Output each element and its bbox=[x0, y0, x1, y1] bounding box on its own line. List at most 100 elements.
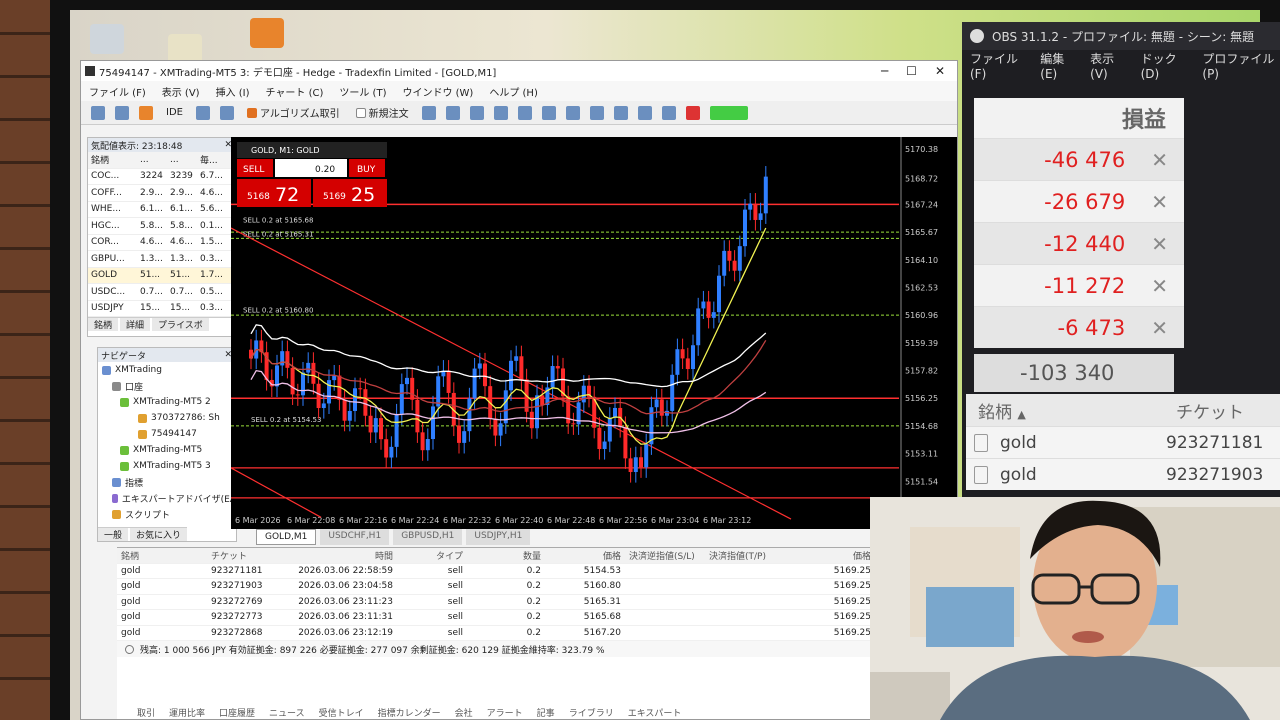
recycle-bin-icon[interactable] bbox=[90, 24, 124, 54]
menu-insert[interactable]: 挿入 (I) bbox=[216, 84, 250, 99]
navigator-item[interactable]: 口座 bbox=[98, 378, 236, 394]
toolbox-tab[interactable]: 会社 bbox=[455, 706, 473, 719]
market-watch-row[interactable]: GOLD 51... 51... 1.7... bbox=[88, 267, 236, 284]
toolbox-tab[interactable]: 記事 bbox=[537, 706, 555, 719]
position-row[interactable]: gold 923271903 2026.03.06 23:04:58 sell 0.2 5… bbox=[117, 579, 957, 595]
menu-file[interactable]: ファイル (F) bbox=[89, 84, 146, 99]
chart-tab-gbpusd[interactable]: GBPUSD,H1 bbox=[393, 529, 463, 545]
tile-windows-icon[interactable] bbox=[541, 105, 556, 120]
chart-canvas[interactable]: 5170.38 5168.72 5167.24 5165.67 5164.10 5162.… bbox=[230, 137, 958, 529]
toolbox-tab[interactable]: 受信トレイ bbox=[319, 706, 364, 719]
column-header[interactable]: ... bbox=[170, 155, 200, 165]
obs-menu-dock[interactable]: ドック(D) bbox=[1141, 50, 1189, 81]
obs-table-row[interactable]: gold 923271181 bbox=[966, 426, 1280, 458]
search-icon[interactable] bbox=[661, 105, 676, 120]
col-time[interactable]: 時間 bbox=[287, 549, 397, 562]
obs-table-row[interactable]: gold 923271903 bbox=[966, 458, 1280, 490]
navigator-item[interactable]: 指標 bbox=[98, 474, 236, 490]
line-chart-icon[interactable] bbox=[469, 105, 484, 120]
close-position-icon[interactable]: ✕ bbox=[1151, 232, 1168, 256]
tab-pricebook[interactable]: プライスボ bbox=[152, 318, 209, 331]
obs-menu-profile[interactable]: プロファイル(P) bbox=[1202, 50, 1280, 81]
market-watch-row[interactable]: USDC... 0.7... 0.7... 0.5... bbox=[88, 284, 236, 301]
toolbox-tab[interactable]: 指標カレンダー bbox=[378, 706, 441, 719]
new-order-button[interactable]: 新規注文 bbox=[353, 104, 412, 121]
zoom-out-icon[interactable] bbox=[517, 105, 532, 120]
menu-tools[interactable]: ツール (T) bbox=[339, 84, 386, 99]
menu-window[interactable]: ウインドウ (W) bbox=[402, 84, 473, 99]
tab-details[interactable]: 詳細 bbox=[120, 318, 151, 331]
menu-chart[interactable]: チャート (C) bbox=[266, 84, 324, 99]
tab-favorites[interactable]: お気に入り bbox=[130, 528, 188, 541]
maximize-icon[interactable]: ☐ bbox=[906, 64, 917, 78]
toolbox-tab[interactable]: 取引 bbox=[137, 706, 155, 719]
col-ticket[interactable]: チケット bbox=[207, 549, 287, 562]
tab-symbols[interactable]: 銘柄 bbox=[88, 318, 119, 331]
position-row[interactable]: gold 923272769 2026.03.06 23:11:23 sell 0.2 5… bbox=[117, 595, 957, 610]
toolbox-tab[interactable]: エキスパート bbox=[628, 706, 682, 719]
column-header[interactable]: 銘柄 bbox=[88, 153, 140, 166]
chart-tab-usdjpy[interactable]: USDJPY,H1 bbox=[466, 529, 531, 545]
minimize-icon[interactable]: ─ bbox=[881, 64, 888, 78]
menu-view[interactable]: 表示 (V) bbox=[162, 84, 200, 99]
navigator-item[interactable]: XMTrading bbox=[98, 362, 236, 378]
market-watch-row[interactable]: HGC... 5.8... 5.8... 0.1... bbox=[88, 218, 236, 235]
obs-menu-file[interactable]: ファイル(F) bbox=[970, 50, 1026, 81]
chart-type-icon[interactable] bbox=[91, 105, 105, 120]
algo-trading-button[interactable]: アルゴリズム取引 bbox=[244, 104, 343, 121]
navigator-item[interactable]: 75494147 bbox=[98, 426, 236, 442]
lot-size-input[interactable] bbox=[275, 159, 347, 177]
zoom-in-icon[interactable] bbox=[493, 105, 508, 120]
close-position-icon[interactable]: ✕ bbox=[1151, 316, 1168, 340]
position-row[interactable]: gold 923272868 2026.03.06 23:12:19 sell 0.2 5… bbox=[117, 626, 957, 641]
navigator-item[interactable]: スクリプト bbox=[98, 506, 236, 522]
close-icon[interactable]: ✕ bbox=[935, 64, 945, 78]
menu-help[interactable]: ヘルプ (H) bbox=[489, 84, 538, 99]
chart-tab-usdchf[interactable]: USDCHF,H1 bbox=[320, 529, 390, 545]
toolbox-tab[interactable]: ニュース bbox=[269, 706, 305, 719]
col-price[interactable]: 価格 bbox=[545, 549, 625, 562]
market-watch-row[interactable]: COC... 3224 3239 6.7... bbox=[88, 169, 236, 185]
market-watch-row[interactable]: USDJPY 15... 15... 0.3... bbox=[88, 301, 236, 317]
obs-col-symbol[interactable]: 銘柄 ▲ bbox=[966, 398, 1166, 423]
close-position-icon[interactable]: ✕ bbox=[1151, 148, 1168, 172]
template-icon[interactable] bbox=[115, 105, 129, 120]
html5-icon[interactable] bbox=[250, 18, 284, 48]
ide-button[interactable]: IDE bbox=[163, 106, 186, 119]
close-position-icon[interactable]: ✕ bbox=[1151, 274, 1168, 298]
navigator-item[interactable]: XMTrading-MT5 3 bbox=[98, 458, 236, 474]
shift-icon[interactable] bbox=[589, 105, 604, 120]
navigator-item[interactable]: エキスパートアドバイザ(EA bbox=[98, 490, 236, 506]
navigator-item[interactable]: 370372786: Sh bbox=[98, 410, 236, 426]
notification-icon[interactable] bbox=[685, 105, 700, 120]
toolbox-tab[interactable]: アラート bbox=[487, 706, 523, 719]
close-position-icon[interactable]: ✕ bbox=[1151, 190, 1168, 214]
toolbox-tab[interactable]: 口座履歴 bbox=[219, 706, 255, 719]
market-watch-row[interactable]: GBPU... 1.3... 1.3... 0.3... bbox=[88, 251, 236, 268]
price-chart[interactable]: 5170.38 5168.72 5167.24 5165.67 5164.10 5162.… bbox=[230, 137, 958, 529]
toolbox-tab[interactable]: ライブラリ bbox=[569, 706, 614, 719]
obs-col-ticket[interactable]: チケット bbox=[1166, 398, 1244, 423]
market-watch-row[interactable]: COR... 4.6... 4.6... 1.5... bbox=[88, 235, 236, 251]
cloud-icon[interactable] bbox=[195, 105, 210, 120]
navigator-item[interactable]: XMTrading-MT5 bbox=[98, 442, 236, 458]
position-row[interactable]: gold 923272773 2026.03.06 23:11:31 sell 0.2 5… bbox=[117, 610, 957, 626]
bar-chart-icon[interactable] bbox=[421, 105, 436, 120]
column-header[interactable]: 毎... bbox=[200, 153, 230, 166]
chart-tab-gold[interactable]: GOLD,M1 bbox=[256, 529, 317, 545]
candle-chart-icon[interactable] bbox=[445, 105, 460, 120]
market-watch-row[interactable]: WHE... 6.1... 6.1... 5.6... bbox=[88, 202, 236, 218]
trend-line[interactable] bbox=[230, 467, 322, 518]
position-row[interactable]: gold 923271181 2026.03.06 22:58:59 sell 0.2 5… bbox=[117, 564, 957, 579]
column-header[interactable]: ... bbox=[140, 155, 170, 165]
navigator-item[interactable]: XMTrading-MT5 2 bbox=[98, 394, 236, 410]
col-current-price[interactable]: 価格 bbox=[785, 549, 875, 562]
screenshot-icon[interactable] bbox=[613, 105, 628, 120]
obs-menu-edit[interactable]: 編集(E) bbox=[1040, 50, 1076, 81]
signals-icon[interactable] bbox=[219, 105, 234, 120]
col-type[interactable]: タイプ bbox=[397, 549, 467, 562]
obs-menu-view[interactable]: 表示(V) bbox=[1090, 50, 1126, 81]
metaquotes-icon[interactable] bbox=[139, 105, 153, 120]
scroll-icon[interactable] bbox=[565, 105, 580, 120]
col-sl[interactable]: 決済逆指値(S/L) bbox=[625, 549, 705, 562]
